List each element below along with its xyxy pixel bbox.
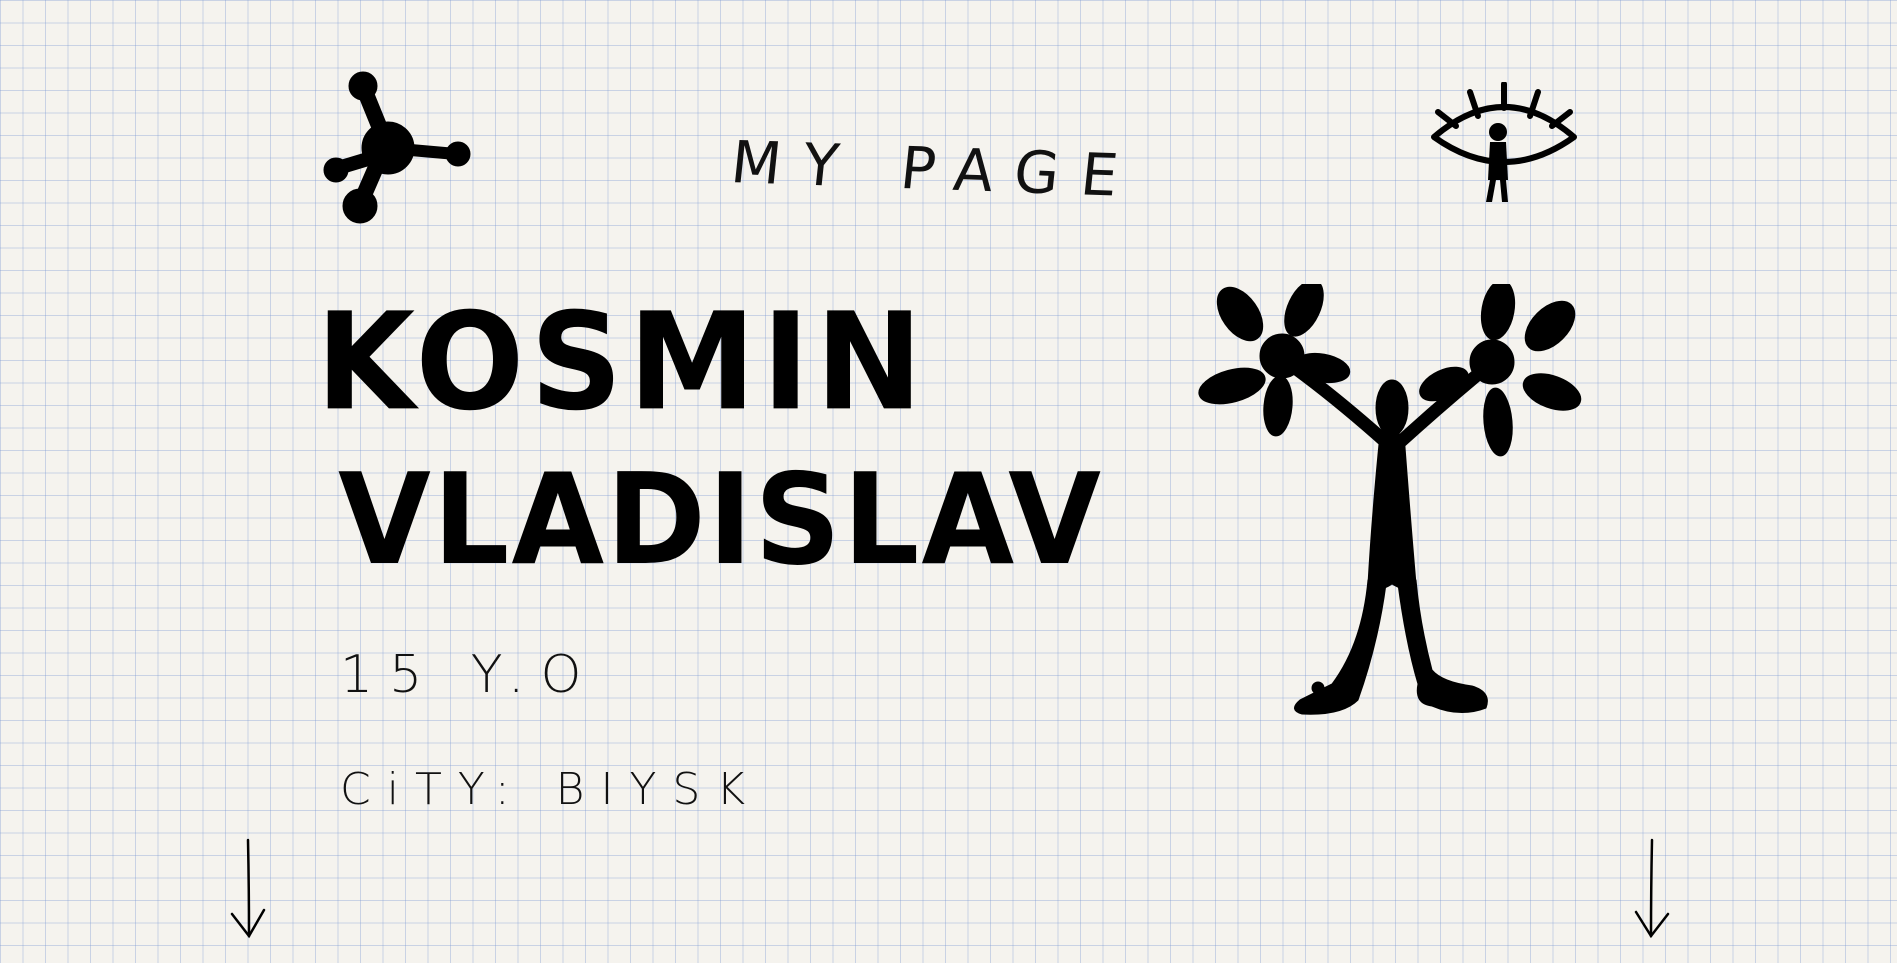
name-second-line: VLADISLAV — [338, 447, 1103, 594]
molecule-blob-icon — [323, 71, 471, 224]
arrow-down-icon[interactable] — [226, 838, 270, 942]
eye-figure-icon — [1431, 82, 1577, 202]
city-text: CiTY: BIYSK — [340, 764, 762, 815]
page-title: MY PAGE — [727, 128, 1144, 211]
name-first-line: KOSMIN — [316, 284, 929, 441]
flower-person-illustration — [1198, 284, 1582, 715]
age-text: 15 Y.O — [340, 645, 598, 705]
arrow-down-icon[interactable] — [1630, 838, 1674, 942]
